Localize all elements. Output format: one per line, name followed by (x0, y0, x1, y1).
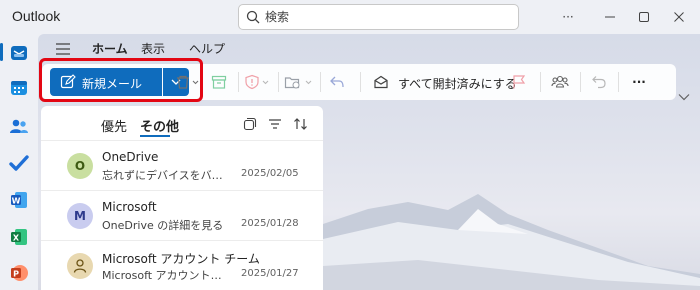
list-header-divider (41, 140, 323, 141)
more-dots-label: ··· (562, 10, 574, 24)
select-mode-icon[interactable] (243, 116, 257, 135)
more-options-button[interactable]: ··· (557, 6, 579, 28)
message-item[interactable]: M Microsoft OneDrive の詳細を見る 2025/01/28 (41, 192, 323, 241)
rail-active-indicator (0, 43, 3, 61)
message-preview: Microsoft アカウントのセキュリティ (102, 269, 232, 282)
chevron-down-icon (678, 94, 690, 101)
undo-button[interactable] (588, 72, 610, 92)
avatar (67, 253, 93, 279)
search-box[interactable] (238, 4, 519, 30)
rail-calendar[interactable] (8, 77, 30, 99)
ribbon-divider (618, 72, 619, 92)
more-commands-button[interactable]: ··· (626, 72, 652, 92)
ribbon-collapse-button[interactable] (678, 86, 690, 105)
new-mail-button[interactable]: 新規メール (50, 68, 162, 96)
tab-other[interactable]: その他 (140, 116, 179, 135)
word-icon: W (11, 192, 27, 208)
mail-icon (11, 46, 27, 60)
ribbon-divider (320, 72, 321, 92)
maximize-icon (639, 12, 649, 22)
title-bar: Outlook ··· (0, 0, 700, 34)
todo-check-icon (9, 155, 29, 171)
svg-text:P: P (13, 270, 19, 279)
ribbon-divider (278, 72, 279, 92)
rail-mail[interactable] (8, 42, 30, 64)
move-to-button[interactable] (282, 72, 314, 92)
calendar-icon (11, 81, 27, 95)
rail-people[interactable] (8, 115, 30, 137)
reply-button[interactable] (326, 72, 348, 92)
rail-word[interactable]: W (8, 189, 30, 211)
delete-button[interactable] (172, 72, 202, 92)
shield-icon (245, 74, 269, 90)
message-date: 2025/01/27 (241, 268, 299, 279)
tab-home[interactable]: ホーム (92, 40, 128, 57)
close-window-button[interactable] (668, 6, 690, 28)
svg-text:W: W (12, 197, 21, 206)
flag-button[interactable] (508, 72, 530, 92)
report-button[interactable] (242, 72, 272, 92)
minimize-button[interactable] (599, 6, 621, 28)
svg-text:X: X (13, 234, 20, 243)
message-sender: OneDrive (102, 150, 159, 164)
message-sender: Microsoft (102, 200, 157, 214)
hamburger-icon (56, 43, 70, 55)
flag-icon (513, 75, 526, 89)
ribbon-divider (540, 72, 541, 92)
message-item[interactable]: O OneDrive 忘れずにデバイスをバックアップ 2025/02/05 (41, 142, 323, 191)
rail-excel[interactable]: X (8, 226, 30, 248)
sort-icon[interactable] (293, 116, 309, 135)
mark-all-read-label[interactable]: すべて開封済みにする (398, 75, 517, 92)
folder-move-icon (284, 77, 312, 89)
powerpoint-icon: P (11, 265, 28, 281)
archive-icon (211, 75, 227, 89)
app-title: Outlook (12, 8, 61, 24)
tab-help[interactable]: ヘルプ (189, 40, 225, 57)
avatar: M (67, 203, 93, 229)
more-commands-label: ··· (632, 75, 646, 89)
search-icon (245, 9, 261, 29)
envelope-open-icon (374, 75, 388, 89)
avatar: O (67, 153, 93, 179)
message-date: 2025/02/05 (241, 168, 299, 179)
avatar-initial: O (74, 159, 86, 173)
avatar-initial: M (74, 209, 86, 223)
ribbon-divider (360, 72, 361, 92)
undo-icon (592, 76, 606, 89)
minimize-icon (605, 16, 615, 18)
search-input[interactable] (265, 8, 505, 26)
tab-view[interactable]: 表示 (141, 40, 165, 57)
filter-icon[interactable] (268, 116, 282, 135)
trash-icon (177, 75, 199, 89)
close-icon (674, 12, 684, 22)
ribbon-toolbar: 新規メール すべて開封済みにする ··· (42, 64, 676, 100)
message-preview: 忘れずにデバイスをバックアップ (102, 169, 232, 182)
tab-focused[interactable]: 優先 (101, 116, 127, 135)
ribbon-divider (580, 72, 581, 92)
app-rail: W X P (0, 34, 38, 290)
hamburger-button[interactable] (55, 41, 71, 60)
rail-powerpoint[interactable]: P (8, 262, 30, 284)
rail-todo[interactable] (8, 152, 30, 174)
excel-icon: X (11, 229, 27, 245)
person-icon (73, 259, 87, 273)
ribbon-tabs: ホーム 表示 ヘルプ (38, 34, 700, 62)
message-preview: OneDrive の詳細を見る (102, 219, 224, 232)
active-tab-underline (140, 135, 170, 137)
groups-button[interactable] (548, 72, 572, 92)
message-list-pane: 優先 その他 O OneDrive 忘れずにデバイスをバックアップ 2025/0… (41, 106, 323, 290)
compose-icon (60, 74, 76, 93)
groups-icon (551, 75, 569, 88)
message-sender: Microsoft アカウント チーム (102, 252, 260, 266)
archive-button[interactable] (208, 72, 230, 92)
maximize-button[interactable] (633, 6, 655, 28)
reply-icon (330, 76, 344, 88)
message-item[interactable]: Microsoft アカウント チーム Microsoft アカウントのセキュリ… (41, 242, 323, 290)
people-icon (10, 119, 28, 133)
new-mail-label: 新規メール (82, 77, 143, 91)
mark-all-read-button[interactable] (368, 72, 394, 92)
message-date: 2025/01/28 (241, 218, 299, 229)
ribbon-divider (238, 72, 239, 92)
main-area: ホーム 表示 ヘルプ 新規メール すべて開封済みにする ··· 優先 その他 O… (38, 34, 700, 290)
